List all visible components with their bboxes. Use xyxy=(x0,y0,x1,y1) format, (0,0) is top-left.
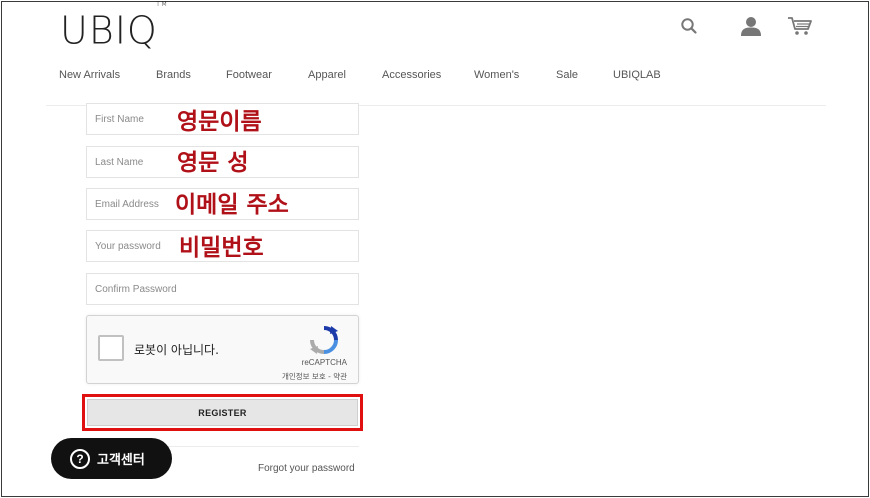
recaptcha-logo-icon xyxy=(309,325,339,355)
confirm-password-input[interactable] xyxy=(87,274,358,304)
search-icon[interactable] xyxy=(675,14,703,38)
nav-new-arrivals[interactable]: New Arrivals xyxy=(59,68,120,82)
recaptcha-widget: 로봇이 아닙니다. reCAPTCHA 개인정보 보호 - 약관 xyxy=(86,315,359,384)
annotation-password: 비밀번호 xyxy=(179,235,264,261)
ubiq-logo[interactable]: UBIQTM xyxy=(60,0,170,51)
customer-service-button[interactable]: ? 고객센터 xyxy=(51,438,172,479)
recaptcha-brand: reCAPTCHA xyxy=(301,358,347,367)
cart-icon[interactable] xyxy=(786,14,814,38)
nav-apparel[interactable]: Apparel xyxy=(308,68,346,82)
annotation-last-name: 영문 성 xyxy=(177,150,249,176)
nav-ubiqlab[interactable]: UBIQLAB xyxy=(613,68,661,82)
nav-accessories[interactable]: Accessories xyxy=(382,68,441,82)
customer-service-label: 고객센터 xyxy=(97,453,145,468)
question-icon: ? xyxy=(70,448,90,469)
recaptcha-terms-link[interactable]: 개인정보 보호 - 약관 xyxy=(282,371,347,382)
recaptcha-label: 로봇이 아닙니다. xyxy=(134,343,219,357)
nav-footwear[interactable]: Footwear xyxy=(226,68,272,82)
annotation-first-name: 영문이름 xyxy=(177,109,262,135)
register-button[interactable]: REGISTER xyxy=(87,399,358,426)
nav-sale[interactable]: Sale xyxy=(556,68,578,82)
user-icon[interactable] xyxy=(737,14,765,38)
nav-womens[interactable]: Women's xyxy=(474,68,519,82)
annotation-email: 이메일 주소 xyxy=(175,192,289,218)
main-nav: New Arrivals Brands Footwear Apparel Acc… xyxy=(0,68,870,82)
nav-brands[interactable]: Brands xyxy=(156,68,191,82)
confirm-password-field xyxy=(86,273,359,305)
recaptcha-checkbox[interactable] xyxy=(98,335,124,361)
forgot-password-link[interactable]: Forgot your password xyxy=(258,463,355,474)
